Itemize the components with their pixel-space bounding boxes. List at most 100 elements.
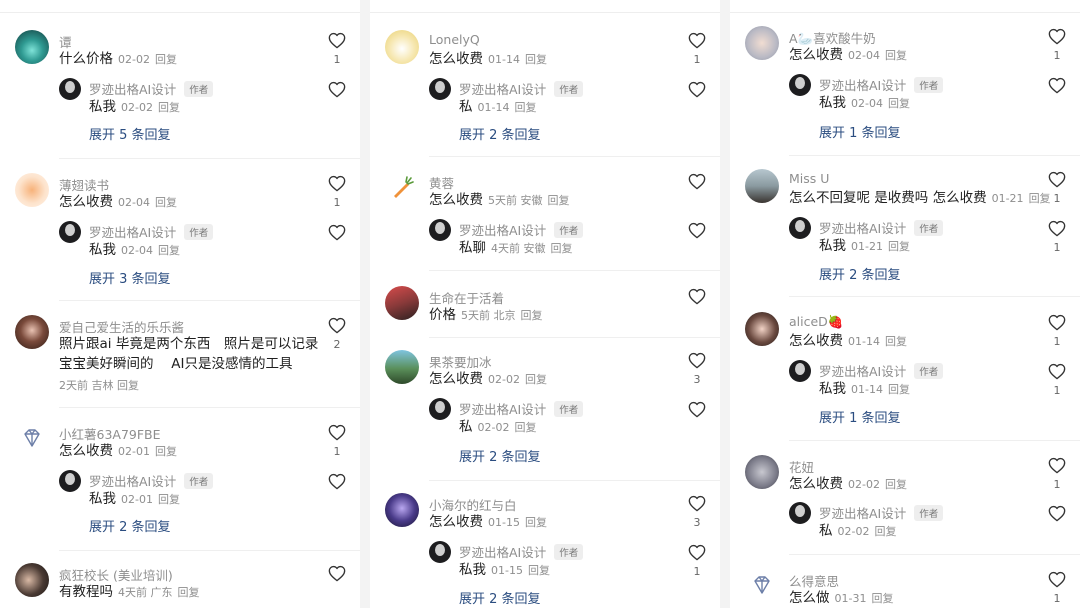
reply-author-name[interactable]: 罗迹出格AI设计 作者	[819, 218, 944, 237]
like-heart-icon[interactable]	[328, 317, 346, 334]
like-heart-icon[interactable]	[328, 175, 346, 192]
reply-author-name[interactable]: 罗迹出格AI设计 作者	[459, 399, 584, 418]
reply-link[interactable]: 回复	[514, 101, 536, 114]
like-heart-icon[interactable]	[688, 495, 706, 512]
like-heart-icon[interactable]	[688, 222, 706, 239]
expand-replies-link[interactable]: 展开 2 条回复	[459, 446, 541, 465]
reply-link[interactable]: 回复	[158, 493, 180, 506]
reply-link[interactable]: 回复	[178, 586, 200, 599]
expand-replies-link[interactable]: 展开 2 条回复	[459, 124, 541, 143]
comment-username[interactable]: Miss U	[789, 171, 829, 186]
like-heart-icon[interactable]	[688, 81, 706, 98]
user-avatar[interactable]	[745, 312, 779, 346]
author-avatar[interactable]	[59, 221, 81, 243]
author-avatar[interactable]	[789, 217, 811, 239]
user-avatar[interactable]	[15, 173, 49, 207]
expand-replies-link[interactable]: 展开 5 条回复	[89, 124, 171, 143]
user-avatar[interactable]	[745, 569, 779, 603]
like-heart-icon[interactable]	[1048, 571, 1066, 588]
author-avatar[interactable]	[429, 398, 451, 420]
reply-author-name[interactable]: 罗迹出格AI设计 作者	[819, 361, 944, 380]
user-avatar[interactable]	[385, 493, 419, 527]
expand-replies-link[interactable]: 展开 2 条回复	[89, 516, 171, 535]
reply-link[interactable]: 回复	[521, 309, 543, 322]
like-heart-icon[interactable]	[328, 565, 346, 582]
reply-author-name[interactable]: 罗迹出格AI设计 作者	[459, 542, 584, 561]
comment-username[interactable]: LonelyQ	[429, 32, 480, 47]
user-avatar[interactable]	[15, 563, 49, 597]
reply-link[interactable]: 回复	[155, 53, 177, 66]
like-heart-icon[interactable]	[1048, 171, 1066, 188]
user-avatar[interactable]	[15, 315, 49, 349]
reply-link[interactable]: 回复	[155, 445, 177, 458]
author-avatar[interactable]	[789, 360, 811, 382]
author-avatar[interactable]	[429, 541, 451, 563]
author-avatar[interactable]	[429, 78, 451, 100]
reply-author-name[interactable]: 罗迹出格AI设计 作者	[89, 79, 214, 98]
expand-replies-link[interactable]: 展开 1 条回复	[819, 407, 901, 426]
user-avatar[interactable]	[745, 169, 779, 203]
expand-replies-link[interactable]: 展开 2 条回复	[819, 264, 901, 283]
like-heart-icon[interactable]	[688, 401, 706, 418]
reply-link[interactable]: 回复	[158, 244, 180, 257]
expand-replies-link[interactable]: 展开 2 条回复	[459, 588, 541, 607]
author-avatar[interactable]	[789, 74, 811, 96]
like-heart-icon[interactable]	[688, 544, 706, 561]
user-avatar[interactable]	[745, 455, 779, 489]
like-heart-icon[interactable]	[1048, 505, 1066, 522]
reply-link[interactable]: 回复	[888, 97, 910, 110]
reply-author-name[interactable]: 罗迹出格AI设计 作者	[819, 75, 944, 94]
reply-link[interactable]: 回复	[874, 525, 896, 538]
like-heart-icon[interactable]	[688, 173, 706, 190]
user-avatar[interactable]	[745, 26, 779, 60]
user-avatar[interactable]	[385, 286, 419, 320]
comment-meta[interactable]: 2天前 吉林 回复	[59, 377, 139, 393]
like-heart-icon[interactable]	[328, 224, 346, 241]
reply-link[interactable]: 回复	[885, 478, 907, 491]
user-avatar[interactable]	[385, 350, 419, 384]
like-heart-icon[interactable]	[688, 32, 706, 49]
like-heart-icon[interactable]	[328, 473, 346, 490]
user-avatar[interactable]	[385, 30, 419, 64]
like-heart-icon[interactable]	[1048, 363, 1066, 380]
reply-link[interactable]: 回复	[514, 421, 536, 434]
reply-link[interactable]: 回复	[158, 101, 180, 114]
reply-link[interactable]: 回复	[155, 196, 177, 209]
reply-link[interactable]: 回复	[871, 592, 893, 605]
reply-link[interactable]: 回复	[525, 516, 547, 529]
author-avatar[interactable]	[429, 219, 451, 241]
reply-author-name[interactable]: 罗迹出格AI设计 作者	[459, 220, 584, 239]
user-avatar[interactable]	[385, 171, 419, 205]
comment-username[interactable]: aliceD🍓	[789, 314, 843, 330]
like-heart-icon[interactable]	[1048, 220, 1066, 237]
reply-author-name[interactable]: 罗迹出格AI设计 作者	[819, 503, 944, 522]
author-avatar[interactable]	[59, 470, 81, 492]
expand-replies-link[interactable]: 展开 3 条回复	[89, 268, 171, 287]
like-heart-icon[interactable]	[328, 32, 346, 49]
reply-link[interactable]: 回复	[525, 53, 547, 66]
expand-replies-link[interactable]: 展开 1 条回复	[819, 122, 901, 141]
reply-link[interactable]: 回复	[548, 194, 570, 207]
reply-link[interactable]: 回复	[888, 383, 910, 396]
reply-author-name[interactable]: 罗迹出格AI设计 作者	[89, 471, 214, 490]
like-heart-icon[interactable]	[328, 81, 346, 98]
like-heart-icon[interactable]	[1048, 314, 1066, 331]
user-avatar[interactable]	[15, 30, 49, 64]
like-heart-icon[interactable]	[1048, 28, 1066, 45]
user-avatar[interactable]	[15, 422, 49, 456]
reply-link[interactable]: 回复	[885, 335, 907, 348]
reply-link[interactable]: 回复	[885, 49, 907, 62]
reply-link[interactable]: 回复	[551, 242, 573, 255]
reply-link[interactable]: 回复	[888, 240, 910, 253]
like-heart-icon[interactable]	[328, 424, 346, 441]
reply-author-name[interactable]: 罗迹出格AI设计 作者	[89, 222, 214, 241]
author-avatar[interactable]	[789, 502, 811, 524]
reply-link[interactable]: 回复	[525, 373, 547, 386]
reply-author-name[interactable]: 罗迹出格AI设计 作者	[459, 79, 584, 98]
like-heart-icon[interactable]	[688, 288, 706, 305]
like-heart-icon[interactable]	[1048, 77, 1066, 94]
like-heart-icon[interactable]	[688, 352, 706, 369]
like-heart-icon[interactable]	[1048, 457, 1066, 474]
reply-link[interactable]: 回复	[528, 564, 550, 577]
author-avatar[interactable]	[59, 78, 81, 100]
